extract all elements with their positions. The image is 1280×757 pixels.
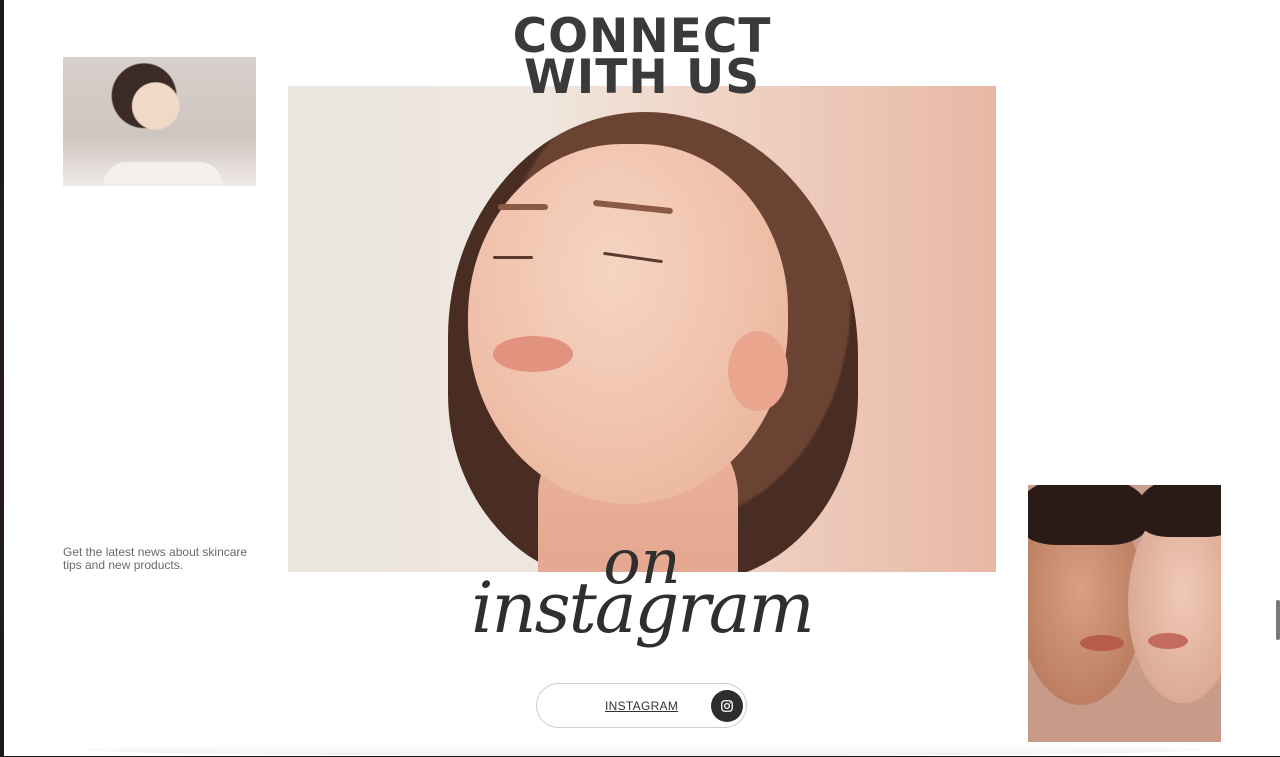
hero-ear <box>728 331 788 411</box>
hero-lips <box>493 336 573 372</box>
connect-section: CONNECT WITH US on instagram Get the lat… <box>4 0 1280 756</box>
script-instagram: instagram <box>471 567 815 649</box>
instagram-icon[interactable] <box>711 690 743 722</box>
hero-face <box>468 144 788 504</box>
instagram-button[interactable]: INSTAGRAM <box>536 683 747 728</box>
title-line-2: WITH US <box>523 50 761 105</box>
hero-brow-left <box>498 204 548 210</box>
photo-hero-portrait <box>288 86 996 572</box>
photo-hair-right <box>1138 485 1221 537</box>
page-title: CONNECT WITH US <box>4 13 1280 105</box>
photo-shoulders <box>103 162 223 186</box>
instagram-button-label[interactable]: INSTAGRAM <box>605 699 678 713</box>
section-bottom-shadow <box>84 744 1204 756</box>
hero-eye-left <box>493 256 533 259</box>
